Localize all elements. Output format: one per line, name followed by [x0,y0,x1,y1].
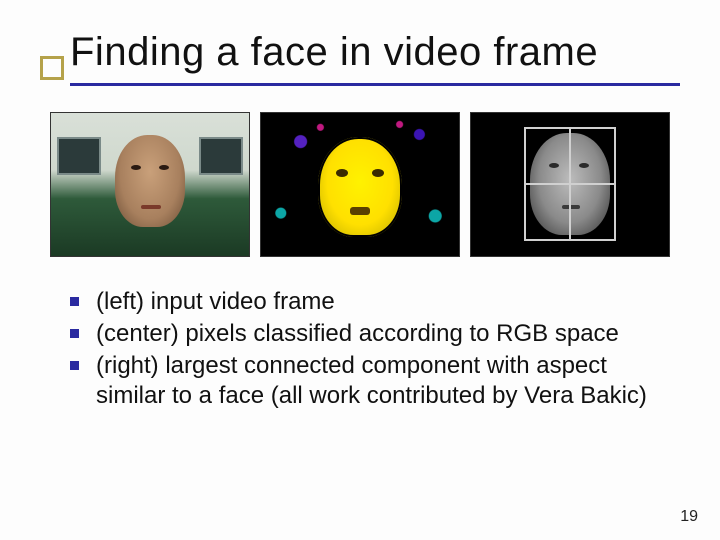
page-number: 19 [680,508,698,526]
mouth-icon [350,207,370,215]
slide-title: Finding a face in video frame [70,30,680,75]
mouth-icon [141,205,161,209]
image-right [470,112,670,257]
image-left [50,112,250,257]
bullet-item: (left) input video frame [70,287,670,317]
image-center [260,112,460,257]
crosshair-horizontal-icon [524,183,616,185]
image-row [0,92,720,257]
eye-icon [131,165,141,170]
bullet-item: (right) largest connected component with… [70,351,670,411]
eyes-icon [336,169,384,179]
classified-face-blob-icon [318,137,402,237]
eye-icon [159,165,169,170]
title-area: Finding a face in video frame [0,0,720,92]
title-accent-square-icon [40,56,64,80]
slide: Finding a face in video frame [0,0,720,540]
monitor-icon [199,137,243,175]
monitor-icon [57,137,101,175]
bullet-item: (center) pixels classified according to … [70,319,670,349]
bullet-list: (left) input video frame (center) pixels… [0,257,720,411]
title-underline [70,83,680,86]
face-shape-icon [115,135,185,227]
